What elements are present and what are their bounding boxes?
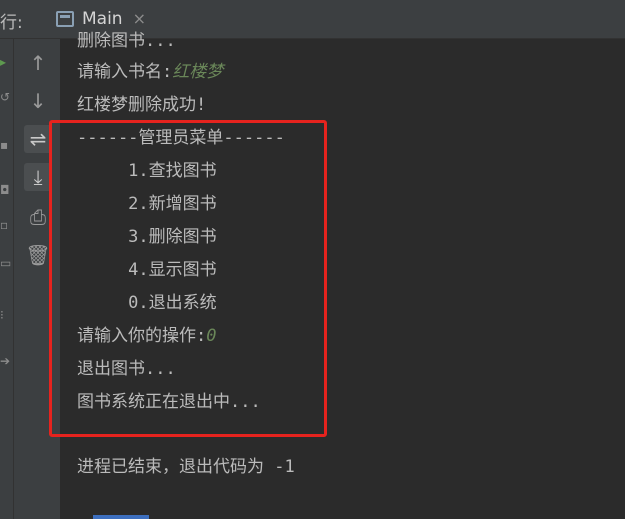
process-exit-line: 进程已结束，退出代码为 -1 [77,457,295,477]
run-tool-label: 行: [0,13,23,33]
trash-icon: 🗑 [25,243,51,267]
ide-run-window: 行: Main × ▸ ↺ ▪ ◘ ▫ ▭ ⁝ ➔ ↑ ↓ ⇌ ⤓ ⎙ 🗑 删除… [0,0,625,519]
left-gutter-strip: ▸ ↺ ▪ ◘ ▫ ▭ ⁝ ➔ [0,39,14,519]
down-button[interactable]: ↓ [24,87,52,115]
console-line: 删除图书... [77,31,176,51]
run-indicator-icon[interactable]: ▸ [0,56,8,68]
print-icon: ⎙ [30,205,46,229]
scroll-indicator [93,515,149,519]
close-icon[interactable]: × [133,11,146,27]
arrow-up-icon: ↑ [29,51,47,75]
tab-title: Main [82,9,123,29]
console-line: 红楼梦删除成功! [77,95,207,115]
scroll-to-end-icon: ⤓ [33,165,43,189]
camera-icon[interactable]: ◘ [0,184,10,196]
console-line: 请输入书名:红楼梦 [77,62,223,82]
input-prompt: 请输入书名: [77,62,173,82]
soft-wrap-icon: ⇌ [29,127,47,151]
rerun-icon[interactable]: ↺ [0,91,10,103]
stop-icon[interactable]: ▪ [0,139,8,151]
pin-icon[interactable]: ➔ [0,355,10,367]
print-button[interactable]: ⎙ [24,203,52,231]
settings-icon[interactable]: ⁝ [0,309,8,321]
soft-wrap-button[interactable]: ⇌ [24,125,52,153]
scroll-to-end-button[interactable]: ⤓ [24,163,52,191]
exit-icon[interactable]: ▫ [0,219,8,231]
user-input: 红楼梦 [172,62,224,82]
layout-icon[interactable]: ▭ [0,257,11,269]
clear-button[interactable]: 🗑 [24,241,52,269]
annotation-highlight-box [49,120,327,437]
console-icon [56,11,74,27]
arrow-down-icon: ↓ [29,89,47,113]
up-button[interactable]: ↑ [24,49,52,77]
console-output[interactable]: 删除图书... 请输入书名:红楼梦 红楼梦删除成功! ------管理员菜单--… [49,31,625,519]
